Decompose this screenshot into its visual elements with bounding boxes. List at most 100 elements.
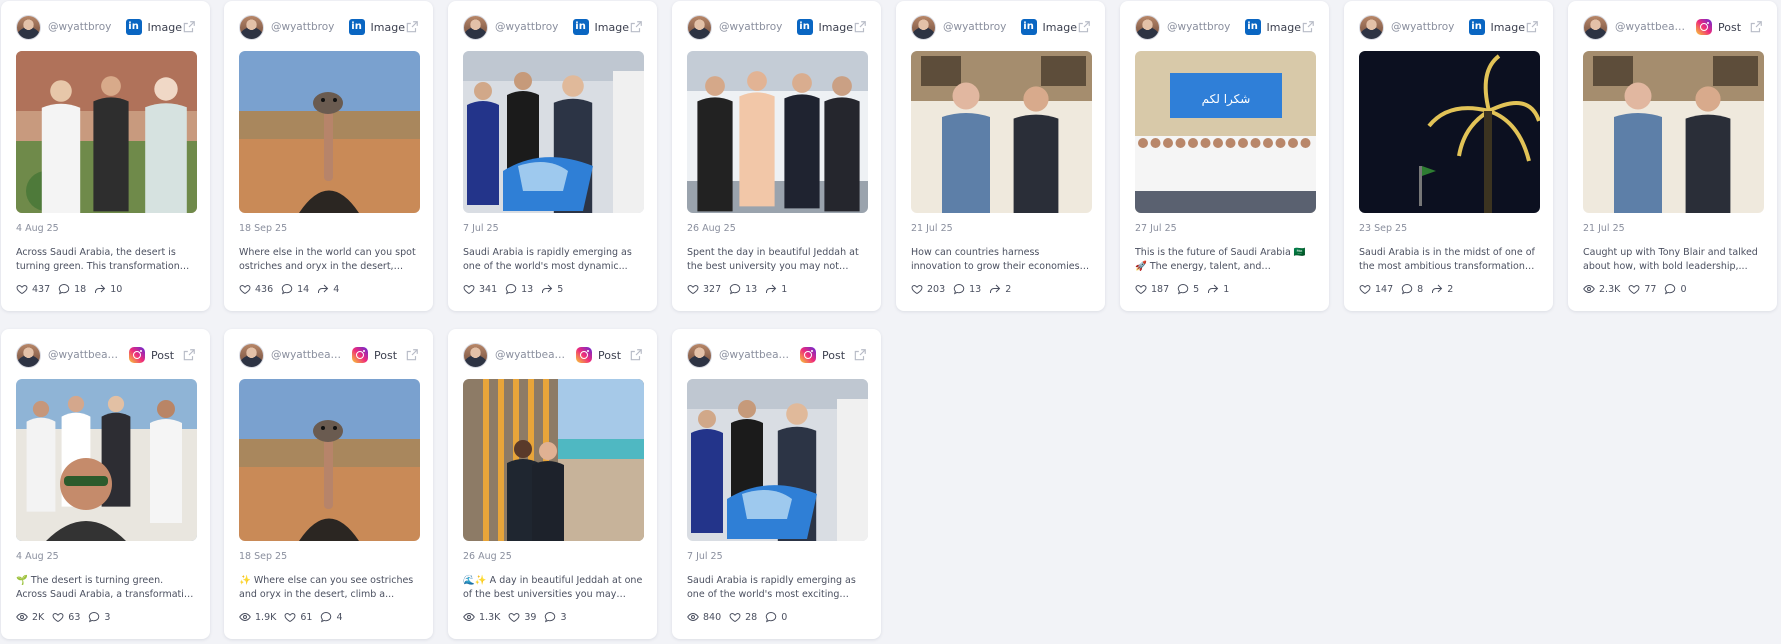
post-card[interactable]: @wyattbeauregard Post 4 Aug 25 🌱 The des… [1, 329, 210, 639]
account-handle[interactable]: @wyattbeauregard [271, 349, 343, 361]
external-link-icon[interactable] [629, 348, 643, 362]
post-card[interactable]: @wyattbeauregard Post 18 Sep 25 ✨ Where … [224, 329, 433, 639]
heart-stat: 187 [1135, 283, 1169, 295]
avatar[interactable] [687, 342, 712, 368]
eye-stat: 1.9K [239, 611, 276, 623]
post-image[interactable] [239, 379, 420, 541]
heart-stat: 147 [1359, 283, 1393, 295]
post-image[interactable] [911, 51, 1092, 213]
post-card[interactable]: @wyattbroy in Image 23 Sep 25 Saudi Arab… [1344, 1, 1553, 311]
heart-icon [729, 611, 745, 623]
stat-value: 1.9K [255, 611, 277, 623]
share-icon [1207, 283, 1223, 295]
post-image[interactable] [687, 379, 868, 541]
post-card[interactable]: @wyattbeauregard Post 21 Jul 25 Caught u… [1568, 1, 1777, 311]
account-handle[interactable]: @wyattbroy [1167, 21, 1236, 33]
post-stats: 2K 63 3 [16, 611, 196, 623]
post-image[interactable]: شكرا لكم [1135, 51, 1316, 213]
stat-value: 2 [1447, 283, 1454, 295]
external-link-icon[interactable] [1301, 20, 1315, 34]
card-header: @wyattbeauregard Post [687, 342, 867, 368]
heart-icon [463, 283, 479, 295]
avatar[interactable] [463, 342, 488, 368]
heart-stat: 437 [16, 283, 50, 295]
avatar[interactable] [1135, 14, 1160, 40]
account-handle[interactable]: @wyattbroy [495, 21, 564, 33]
avatar[interactable] [687, 14, 712, 40]
instagram-icon [1696, 19, 1712, 35]
post-card[interactable]: @wyattbeauregard Post 7 Jul 25 Saudi Ara… [672, 329, 881, 639]
platform-label: in Image [125, 19, 182, 35]
post-card[interactable]: @wyattbeauregard Post 26 Aug 25 🌊✨ A day… [448, 329, 657, 639]
post-type: Post [374, 348, 398, 362]
stat-value: 1.3K [479, 611, 501, 623]
linkedin-icon: in [796, 19, 813, 35]
external-link-icon[interactable] [1749, 20, 1763, 34]
post-caption: 🌊✨ A day in beautiful Jeddah at one of t… [463, 575, 643, 600]
card-header: @wyattbroy in Image [1359, 14, 1539, 40]
account-handle[interactable]: @wyattbroy [719, 21, 788, 33]
heart-stat: 39 [508, 611, 536, 623]
post-image[interactable] [687, 51, 868, 213]
post-date: 21 Jul 25 [911, 223, 953, 234]
heart-stat: 28 [729, 611, 757, 623]
external-link-icon[interactable] [853, 20, 867, 34]
external-link-icon[interactable] [182, 20, 196, 34]
eye-stat: 1.3K [463, 611, 500, 623]
post-card[interactable]: @wyattbroy in Image 7 Jul 25 Saudi Arabi… [448, 1, 657, 311]
eye-icon [687, 611, 703, 623]
post-card[interactable]: @wyattbroy in Image 18 Sep 25 Where else… [224, 1, 433, 311]
post-card[interactable]: @wyattbroy in Image 26 Aug 25 Spent the … [672, 1, 881, 311]
avatar[interactable] [1583, 14, 1608, 40]
account-handle[interactable]: @wyattbroy [1391, 21, 1460, 33]
avatar[interactable] [1359, 14, 1384, 40]
post-image[interactable] [1359, 51, 1540, 213]
avatar[interactable] [239, 14, 264, 40]
card-header: @wyattbroy in Image [687, 14, 867, 40]
stat-value: 4 [336, 611, 343, 623]
card-header: @wyattbeauregard Post [239, 342, 419, 368]
avatar[interactable] [16, 14, 41, 40]
account-handle[interactable]: @wyattbeauregard [48, 349, 120, 361]
avatar[interactable] [16, 342, 41, 368]
posts-grid: @wyattbroy in Image 4 Aug 25 Across Saud… [0, 0, 1781, 644]
post-card[interactable]: @wyattbroy in Image 21 Jul 25 How can co… [896, 1, 1105, 311]
external-link-icon[interactable] [1077, 20, 1091, 34]
external-link-icon[interactable] [405, 348, 419, 362]
post-image[interactable] [463, 51, 644, 213]
post-card[interactable]: @wyattbroy in Image 4 Aug 25 Across Saud… [1, 1, 210, 311]
card-header: @wyattbroy in Image [911, 14, 1091, 40]
post-image[interactable] [1583, 51, 1764, 213]
heart-icon [1135, 283, 1151, 295]
comment-stat: 13 [505, 283, 533, 295]
external-link-icon[interactable] [1525, 20, 1539, 34]
account-handle[interactable]: @wyattbroy [943, 21, 1012, 33]
external-link-icon[interactable] [182, 348, 196, 362]
post-image[interactable] [463, 379, 644, 541]
account-handle[interactable]: @wyattbroy [48, 21, 117, 33]
heart-icon [284, 611, 300, 623]
avatar[interactable] [239, 342, 264, 368]
external-link-icon[interactable] [629, 20, 643, 34]
stat-value: 1 [781, 283, 788, 295]
post-date: 26 Aug 25 [463, 551, 512, 562]
comment-icon [1664, 283, 1680, 295]
account-handle[interactable]: @wyattbeauregard [719, 349, 791, 361]
account-handle[interactable]: @wyattbeauregard [1615, 21, 1687, 33]
avatar[interactable] [463, 14, 488, 40]
post-card[interactable]: @wyattbroy in Image شكرا لكم 27 Jul 25 T… [1120, 1, 1329, 311]
post-caption: How can countries harness innovation to … [911, 247, 1080, 272]
account-handle[interactable]: @wyattbeauregard [495, 349, 567, 361]
external-link-icon[interactable] [853, 348, 867, 362]
comment-stat: 8 [1401, 283, 1423, 295]
avatar[interactable] [911, 14, 936, 40]
heart-stat: 63 [52, 611, 80, 623]
eye-stat: 2.3K [1583, 283, 1620, 295]
account-handle[interactable]: @wyattbroy [271, 21, 340, 33]
external-link-icon[interactable] [405, 20, 419, 34]
instagram-icon [800, 347, 816, 363]
post-image[interactable] [16, 51, 197, 213]
post-image[interactable] [239, 51, 420, 213]
post-image[interactable] [16, 379, 197, 541]
post-type: Image [370, 20, 405, 34]
